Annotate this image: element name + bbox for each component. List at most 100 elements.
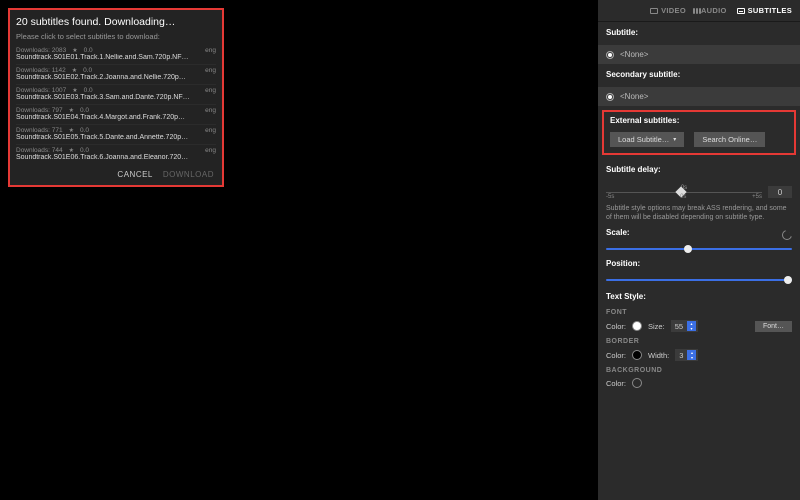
list-item[interactable]: Downloads: 1007 ★ 0.0 engSoundtrack.S01E03.… <box>16 84 216 104</box>
primary-subtitle-label: Subtitle: <box>606 28 792 41</box>
subtitle-delay-slider[interactable]: 0s -5s 0s +5s 0 <box>598 182 800 202</box>
language-label: eng <box>205 47 216 54</box>
border-color-label: Color: <box>606 351 626 360</box>
panel-tabs: VIDEO AUDIO SUBTITLES <box>598 0 800 22</box>
position-slider[interactable] <box>606 276 792 286</box>
tab-video-label: VIDEO <box>661 6 686 15</box>
slider-thumb[interactable] <box>784 276 792 284</box>
subtitle-filename: Soundtrack.S01E05.Track.5.Dante.and.Anne… <box>16 134 216 141</box>
font-size-field[interactable]: 55 ▴▾ <box>671 320 698 332</box>
radio-icon <box>606 93 614 101</box>
list-item[interactable]: Downloads: 1142 ★ 0.0 engSoundtrack.S01E02.… <box>16 64 216 84</box>
font-size-label: Size: <box>648 322 665 331</box>
downloads-count: Downloads: 2083 <box>16 47 66 54</box>
primary-subtitle-section: Subtitle: <box>598 22 800 45</box>
downloads-count: Downloads: 1007 <box>16 87 66 94</box>
delay-max-label: +5s <box>752 194 762 200</box>
dialog-actions: CANCEL DOWNLOAD <box>16 164 216 181</box>
rating: 0.0 <box>84 87 93 94</box>
language-label: eng <box>205 147 216 154</box>
language-label: eng <box>205 107 216 114</box>
subtitle-delay-label: Subtitle delay: <box>606 165 792 178</box>
font-color-swatch[interactable] <box>632 321 642 331</box>
secondary-subtitle-label: Secondary subtitle: <box>606 70 792 83</box>
background-color-label: Color: <box>606 379 626 388</box>
font-size-value: 55 <box>675 322 683 331</box>
rating: 0.0 <box>84 47 93 54</box>
subtitle-filename: Soundtrack.S01E02.Track.2.Joanna.and.Nel… <box>16 74 216 81</box>
scale-control: Scale: <box>598 226 800 257</box>
subtitle-filename: Soundtrack.S01E01.Track.1.Nellie.and.Sam… <box>16 54 216 61</box>
rating: 0.0 <box>80 127 89 134</box>
stepper-icon[interactable]: ▴▾ <box>687 321 696 331</box>
delay-center-label: 0s <box>680 194 686 200</box>
background-color-swatch[interactable] <box>632 378 642 388</box>
border-width-value: 3 <box>679 351 683 360</box>
style-note: Subtitle style options may break ASS ren… <box>598 202 800 226</box>
star-icon: ★ <box>69 127 74 134</box>
star-icon: ★ <box>72 67 77 74</box>
search-online-button[interactable]: Search Online… <box>694 132 765 147</box>
stepper-icon[interactable]: ▴▾ <box>687 350 696 360</box>
background-category-label: BACKGROUND <box>606 363 792 376</box>
position-label: Position: <box>606 259 792 272</box>
delay-value-field[interactable]: 0 <box>768 186 792 198</box>
rating: 0.0 <box>83 67 92 74</box>
primary-subtitle-option-none[interactable]: <None> <box>598 45 800 64</box>
subtitles-icon <box>737 8 745 14</box>
rating: 0.0 <box>80 107 89 114</box>
tab-audio-label: AUDIO <box>701 6 727 15</box>
secondary-subtitle-section: Secondary subtitle: <box>598 64 800 87</box>
external-subtitles-label: External subtitles: <box>610 116 788 129</box>
tab-video[interactable]: VIDEO <box>650 6 686 15</box>
dialog-title: 20 subtitles found. Downloading… <box>16 14 216 32</box>
star-icon: ★ <box>69 107 74 114</box>
tab-audio[interactable]: AUDIO <box>696 6 727 15</box>
cancel-button[interactable]: CANCEL <box>117 170 152 179</box>
border-width-label: Width: <box>648 351 669 360</box>
video-icon <box>650 8 658 14</box>
audio-icon <box>696 8 698 14</box>
subtitle-filename: Soundtrack.S01E04.Track.4.Margot.and.Fra… <box>16 114 216 121</box>
border-width-field[interactable]: 3 ▴▾ <box>675 349 698 361</box>
slider-thumb[interactable] <box>684 245 692 253</box>
option-none-label: <None> <box>620 92 648 101</box>
subtitle-download-dialog: 20 subtitles found. Downloading… Please … <box>8 8 224 187</box>
download-button[interactable]: DOWNLOAD <box>163 170 214 179</box>
rating: 0.0 <box>80 147 89 154</box>
language-label: eng <box>205 67 216 74</box>
reset-scale-icon[interactable] <box>782 230 792 240</box>
list-item[interactable]: Downloads: 771 ★ 0.0 engSoundtrack.S01E05.T… <box>16 124 216 144</box>
font-button[interactable]: Font… <box>755 321 792 332</box>
text-style-label: Text Style: <box>606 292 792 305</box>
external-subtitles-section: External subtitles: Load Subtitle…▾ Sear… <box>602 110 796 155</box>
settings-panel: VIDEO AUDIO SUBTITLES Subtitle: <None> S… <box>598 0 800 500</box>
tab-subtitles-label: SUBTITLES <box>748 6 792 15</box>
secondary-subtitle-option-none[interactable]: <None> <box>598 87 800 106</box>
scale-label: Scale: <box>606 228 630 241</box>
star-icon: ★ <box>72 47 77 54</box>
tab-subtitles[interactable]: SUBTITLES <box>737 6 792 15</box>
list-item[interactable]: Downloads: 744★0.0engSoundtrack.S01E06.T… <box>16 144 216 164</box>
language-label: eng <box>205 127 216 134</box>
chevron-down-icon: ▾ <box>673 136 676 143</box>
border-category-label: BORDER <box>606 334 792 347</box>
load-subtitle-button[interactable]: Load Subtitle…▾ <box>610 132 684 147</box>
scale-slider[interactable] <box>606 245 792 255</box>
downloads-count: Downloads: 744 <box>16 147 63 154</box>
list-item[interactable]: Downloads: 797★0.0engSoundtrack.S01E04.T… <box>16 104 216 124</box>
border-color-swatch[interactable] <box>632 350 642 360</box>
downloads-count: Downloads: 771 <box>16 127 63 134</box>
font-category-label: FONT <box>606 305 792 318</box>
subtitle-delay-section: Subtitle delay: <box>598 159 800 182</box>
list-item[interactable]: Downloads: 2083 ★ 0.0 engSoundtrack.S01E01.… <box>16 45 216 64</box>
position-control: Position: <box>598 257 800 288</box>
star-icon: ★ <box>72 87 77 94</box>
star-icon: ★ <box>69 147 74 154</box>
downloads-count: Downloads: 1142 <box>16 67 66 74</box>
subtitle-filename: Soundtrack.S01E03.Track.3.Sam.and.Dante.… <box>16 94 216 101</box>
language-label: eng <box>205 87 216 94</box>
radio-icon <box>606 51 614 59</box>
dialog-subtitle: Please click to select subtitles to down… <box>16 32 216 45</box>
font-color-label: Color: <box>606 322 626 331</box>
